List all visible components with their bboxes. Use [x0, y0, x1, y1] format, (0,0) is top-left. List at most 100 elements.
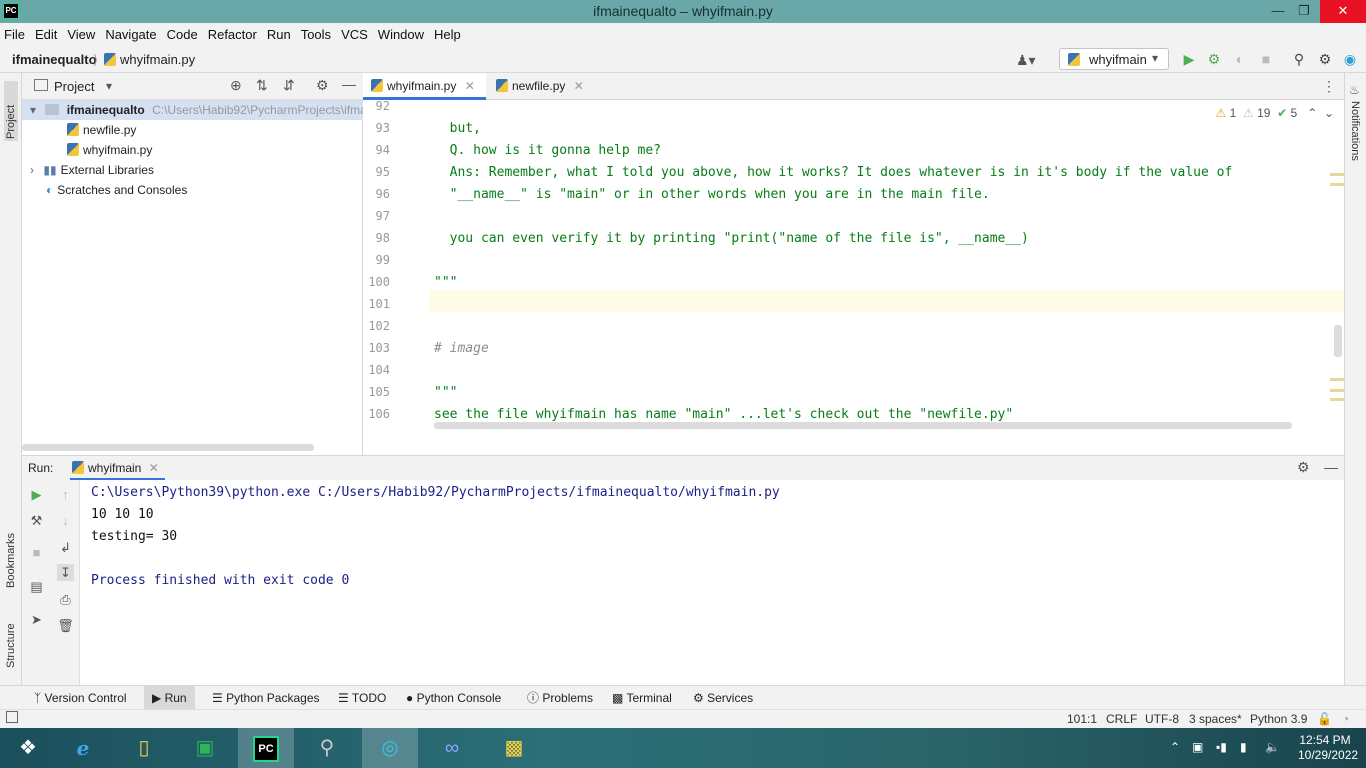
menu-file[interactable]: File: [0, 23, 30, 42]
code-line[interactable]: Ans: Remember, what I told you above, ho…: [434, 165, 1233, 180]
tab-terminal[interactable]: ▩ Terminal: [606, 686, 678, 710]
horizontal-scrollbar[interactable]: [22, 444, 314, 451]
toggle-tool-windows-icon[interactable]: [6, 711, 18, 723]
menu-run[interactable]: Run: [262, 23, 296, 42]
tree-root[interactable]: ▾ ifmainequalto C:\Users\Habib92\Pycharm…: [22, 100, 367, 120]
microphone-icon[interactable]: ⚲: [299, 728, 355, 768]
python-app-icon[interactable]: ▩: [486, 728, 542, 768]
pin-icon[interactable]: ➤: [28, 611, 45, 628]
up-arrow-icon[interactable]: ↑: [57, 486, 74, 503]
debug-icon[interactable]: ⚙: [1205, 50, 1223, 68]
code-line[interactable]: "__name__" is "main" or in other words w…: [434, 187, 990, 202]
code-line[interactable]: Q. how is it gonna help me?: [434, 143, 661, 158]
run-console[interactable]: C:\Users\Python39\python.exe C:/Users/Ha…: [80, 480, 1344, 685]
tab-python-console[interactable]: ● Python Console: [400, 686, 507, 710]
print-icon[interactable]: ⎙: [57, 591, 74, 608]
tab-newfile[interactable]: newfile.py ✕: [488, 73, 588, 100]
system-clock[interactable]: 12:54 PM 10/29/2022: [1298, 733, 1358, 763]
run-tab[interactable]: whyifmain ✕: [70, 456, 165, 481]
tree-item-newfile[interactable]: newfile.py: [67, 120, 136, 140]
breadcrumb-file[interactable]: whyifmain.py: [104, 52, 195, 67]
menu-vcs[interactable]: VCS: [336, 23, 373, 42]
bell-icon[interactable]: ♨: [1349, 83, 1360, 97]
trash-icon[interactable]: 🗑: [57, 617, 74, 634]
chevron-down-icon[interactable]: ⌄: [1324, 106, 1334, 120]
internet-explorer-icon[interactable]: e: [55, 728, 111, 768]
tab-todo[interactable]: ☰ TODO: [332, 686, 392, 710]
file-explorer-icon[interactable]: ▯: [116, 728, 172, 768]
windows-start-icon[interactable]: ❖: [0, 728, 56, 768]
chevron-down-icon[interactable]: ▾: [106, 79, 112, 93]
memory-indicator-icon[interactable]: ◔: [1342, 712, 1349, 726]
code-line[interactable]: # image: [434, 341, 489, 356]
pycharm-taskbar-icon[interactable]: PC: [238, 728, 294, 768]
hide-panel-icon[interactable]: —: [1324, 459, 1338, 475]
line-separator[interactable]: CRLF: [1106, 712, 1137, 726]
plugins-icon[interactable]: ◉: [1341, 50, 1359, 68]
menu-code[interactable]: Code: [162, 23, 203, 42]
code-line[interactable]: """: [434, 385, 457, 400]
search-icon[interactable]: ⚲: [1290, 50, 1308, 68]
down-arrow-icon[interactable]: ↓: [57, 512, 74, 529]
menu-help[interactable]: Help: [429, 23, 466, 42]
wrench-icon[interactable]: ⚒: [28, 512, 45, 529]
menu-edit[interactable]: Edit: [30, 23, 62, 42]
tab-python-packages[interactable]: ☰ Python Packages: [206, 686, 326, 710]
notifications-tool-button[interactable]: Notifications: [1349, 101, 1361, 161]
chevron-up-icon[interactable]: ⌃: [1307, 106, 1317, 120]
close-button[interactable]: ✕: [1320, 0, 1366, 23]
run-config-selector[interactable]: whyifmain ▾: [1059, 48, 1169, 70]
bookmarks-tool-button[interactable]: Bookmarks: [5, 518, 17, 588]
edge-browser-icon[interactable]: ◎: [362, 728, 418, 768]
gear-icon[interactable]: ⚙: [316, 77, 329, 94]
tab-problems[interactable]: ⓘ Problems: [521, 686, 599, 710]
editor-vertical-scrollbar[interactable]: [1334, 325, 1342, 357]
run-icon[interactable]: ▶: [1180, 50, 1198, 68]
locate-icon[interactable]: ⊕: [230, 77, 242, 94]
interpreter[interactable]: Python 3.9: [1250, 712, 1307, 726]
stop-icon[interactable]: ■: [1257, 50, 1275, 68]
soft-wrap-icon[interactable]: ↲: [57, 539, 74, 556]
collapse-all-icon[interactable]: ⇵: [283, 77, 295, 94]
tab-services[interactable]: ⚙ Services: [687, 686, 759, 710]
tab-run[interactable]: ▶ Run: [144, 686, 195, 710]
gear-icon[interactable]: ⚙: [1297, 459, 1310, 476]
breadcrumb-project[interactable]: ifmainequalto: [12, 52, 97, 67]
more-options-icon[interactable]: ⋮: [1322, 78, 1336, 95]
menu-window[interactable]: Window: [373, 23, 429, 42]
editor-horizontal-scrollbar[interactable]: [434, 422, 1292, 429]
file-encoding[interactable]: UTF-8: [1145, 712, 1179, 726]
layout-icon[interactable]: ▤: [28, 578, 45, 595]
caret-position[interactable]: 101:1: [1067, 712, 1097, 726]
scroll-to-end-icon[interactable]: ↧: [57, 564, 74, 581]
project-panel-title[interactable]: Project: [54, 79, 94, 94]
code-line[interactable]: """: [434, 275, 457, 290]
tree-item-scratches[interactable]: ◐ Scratches and Consoles: [46, 180, 187, 200]
battery-icon[interactable]: ▮: [1240, 740, 1247, 754]
user-icon[interactable]: ♟▾: [1016, 52, 1036, 69]
settings-icon[interactable]: ⚙: [1316, 50, 1334, 68]
menu-navigate[interactable]: Navigate: [100, 23, 161, 42]
tab-whyifmain[interactable]: whyifmain.py ✕: [363, 73, 486, 100]
close-tab-icon[interactable]: ✕: [149, 461, 159, 475]
volume-icon[interactable]: 🔈: [1265, 740, 1280, 754]
code-line[interactable]: see the file whyifmain has name "main" .…: [434, 407, 1013, 422]
expand-all-icon[interactable]: ⇅: [256, 77, 268, 94]
stop-icon[interactable]: ■: [28, 544, 45, 561]
project-tool-button[interactable]: Project: [4, 81, 18, 141]
menu-tools[interactable]: Tools: [296, 23, 336, 42]
restore-button[interactable]: ❐: [1289, 0, 1319, 23]
store-icon[interactable]: ▣: [177, 728, 233, 768]
tab-version-control[interactable]: ᛉ Version Control: [28, 686, 133, 710]
infinity-app-icon[interactable]: ∞: [424, 728, 480, 768]
show-hidden-icons[interactable]: ⌃: [1170, 740, 1180, 754]
signal-icon[interactable]: ▪▮: [1216, 740, 1227, 754]
structure-tool-button[interactable]: Structure: [5, 608, 17, 668]
close-tab-icon[interactable]: ✕: [465, 79, 475, 93]
menu-view[interactable]: View: [62, 23, 100, 42]
inspections-widget[interactable]: ⚠ 1 ⚠ 19 ✔ 5 ⌃ ⌄: [1215, 106, 1334, 120]
tree-item-whyifmain[interactable]: whyifmain.py: [67, 140, 152, 160]
network-error-icon[interactable]: ▣: [1192, 740, 1203, 754]
code-line[interactable]: you can even verify it by printing "prin…: [434, 231, 1029, 246]
rerun-icon[interactable]: ▶: [28, 486, 45, 503]
